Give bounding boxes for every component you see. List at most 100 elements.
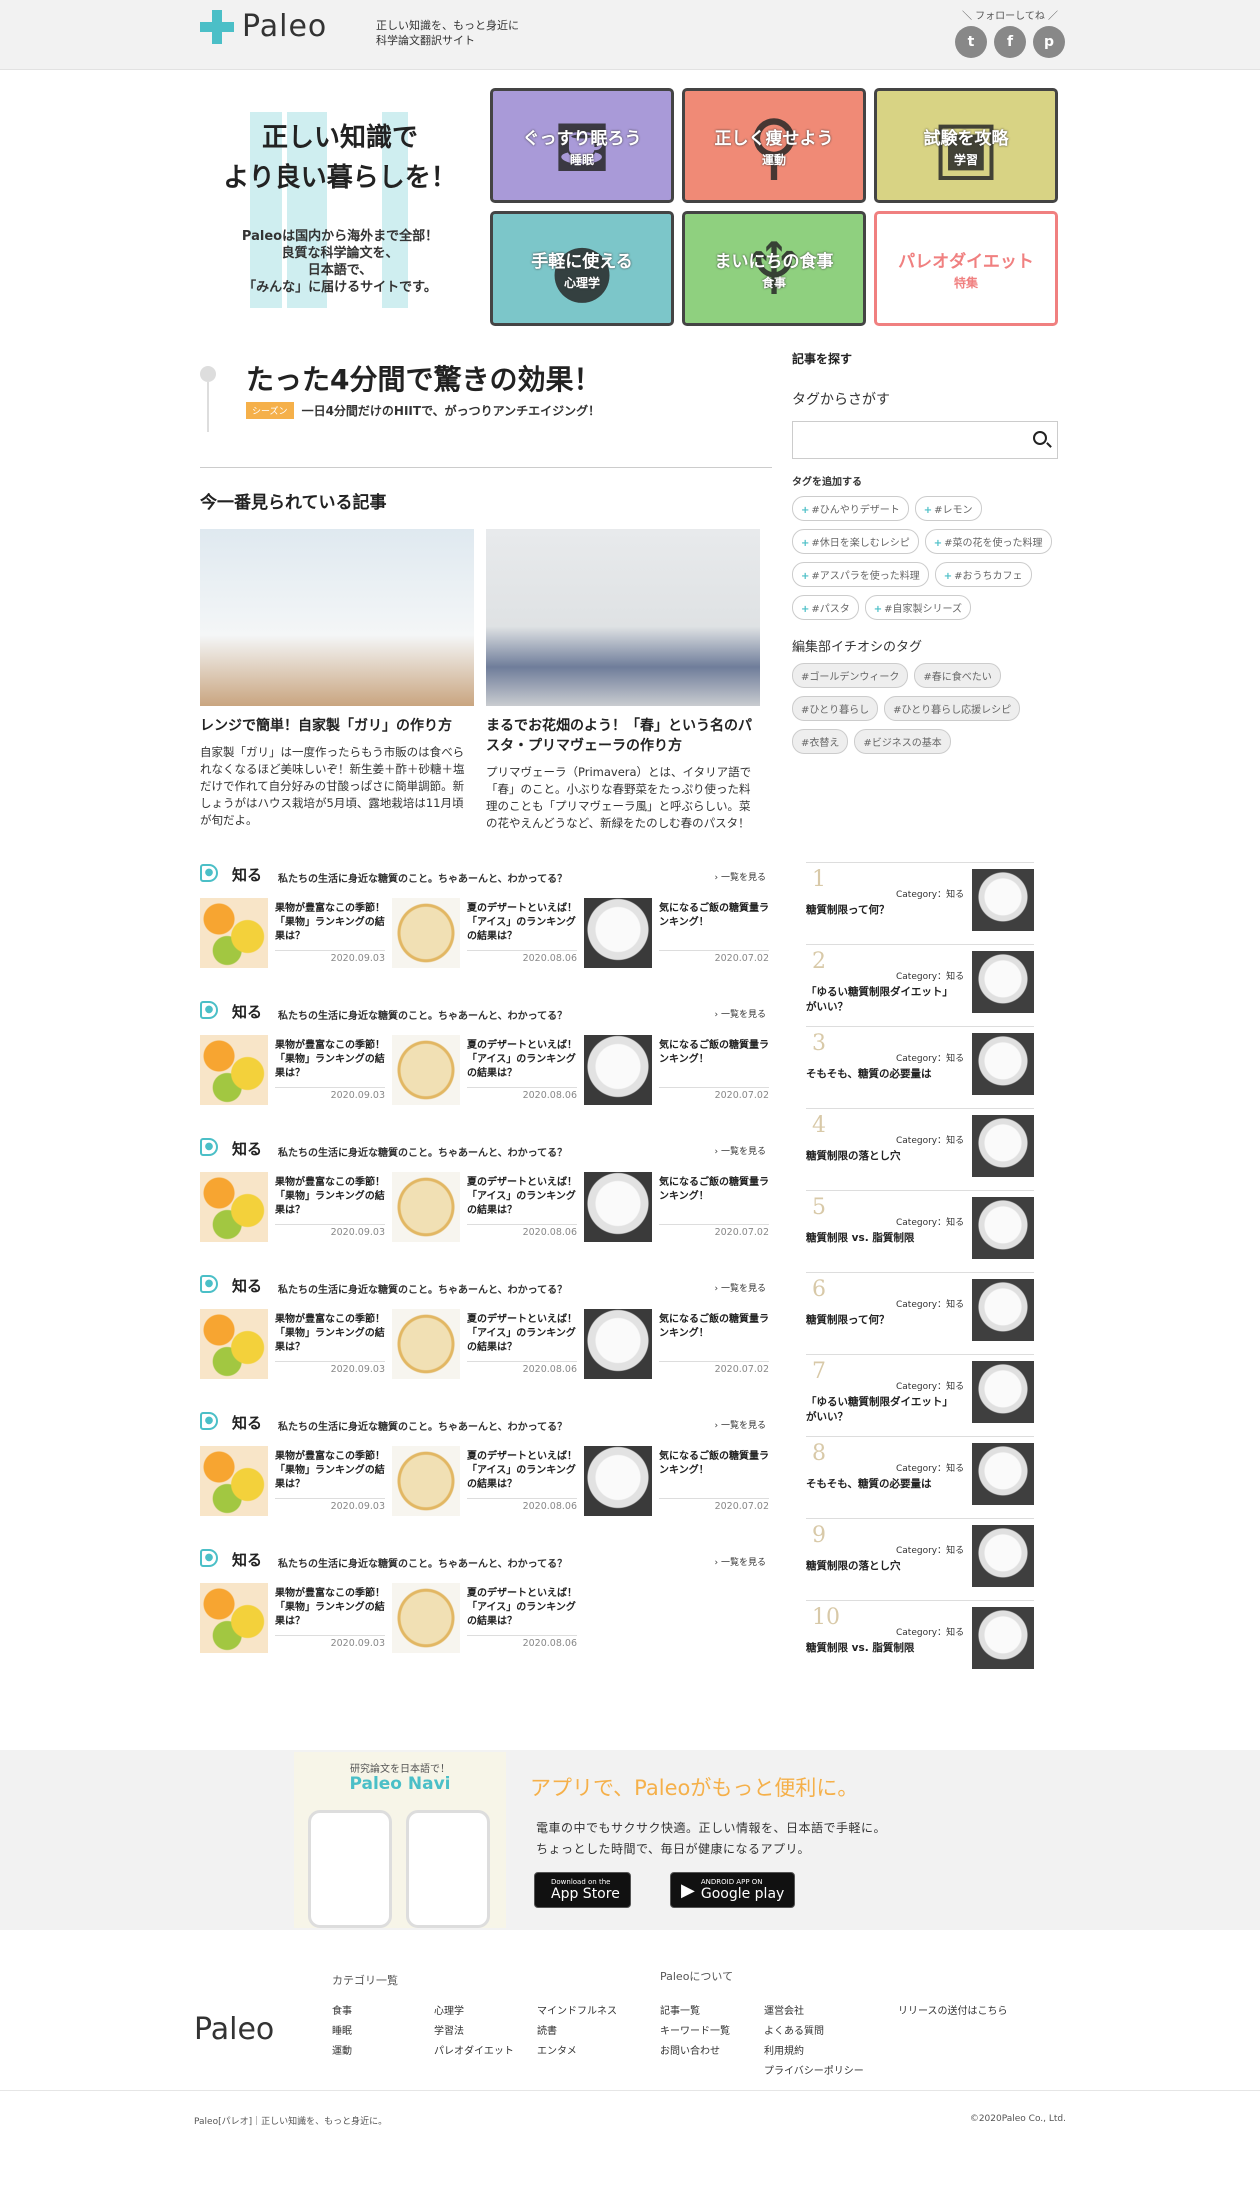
- article-title[interactable]: 果物が豊富なこの季節！「果物」ランキングの結果は？: [275, 1450, 385, 1492]
- pick-tag-chip[interactable]: #ひとり暮らし: [792, 696, 879, 721]
- footer-link[interactable]: マインドフルネス: [537, 2002, 617, 2017]
- footer-link[interactable]: 記事一覧: [660, 2002, 700, 2017]
- ranking-item[interactable]: 2 Category：知る 「ゆるい糖質制限ダイエット」がいい？: [806, 944, 1034, 1026]
- view-all-link[interactable]: › 一覧を見る: [715, 1555, 767, 1568]
- ranking-item[interactable]: 8 Category：知る そもそも、糖質の必要量は: [806, 1436, 1034, 1518]
- rank-title[interactable]: 糖質制限 vs. 脂質制限: [806, 1641, 956, 1656]
- category-tile[interactable]: ♆ まいにちの食事 食事: [682, 211, 866, 326]
- article-thumbnail[interactable]: [392, 1583, 460, 1653]
- google-play-button[interactable]: ▶ ANDROID APP ON Google play: [670, 1872, 796, 1908]
- facebook-icon[interactable]: f: [994, 26, 1026, 58]
- article-thumbnail[interactable]: [392, 898, 460, 968]
- footer-link[interactable]: 食事: [332, 2002, 352, 2017]
- article-item[interactable]: 夏のデザートといえば！「アイス」のランキングの結果は？ 2020.08.06: [392, 1035, 584, 1107]
- article-title[interactable]: 果物が豊富なこの季節！「果物」ランキングの結果は？: [275, 1587, 385, 1629]
- article-thumbnail[interactable]: [584, 898, 652, 968]
- article-item[interactable]: 果物が豊富なこの季節！「果物」ランキングの結果は？ 2020.09.03: [200, 1172, 392, 1244]
- ranking-item[interactable]: 6 Category：知る 糖質制限って何？: [806, 1272, 1034, 1354]
- article-title[interactable]: 夏のデザートといえば！「アイス」のランキングの結果は？: [467, 1176, 577, 1218]
- article-item[interactable]: 気になるご飯の糖質量ランキング！ 2020.07.02: [584, 1172, 776, 1244]
- row-label[interactable]: 知る: [232, 864, 262, 885]
- rank-title[interactable]: 糖質制限って何？: [806, 903, 956, 918]
- rank-thumbnail[interactable]: [972, 869, 1034, 931]
- add-tag-chip[interactable]: + #菜の花を使った料理: [924, 529, 1052, 554]
- article-thumbnail[interactable]: [392, 1446, 460, 1516]
- pick-tag-chip[interactable]: #ビジネスの基本: [854, 729, 951, 754]
- article-title[interactable]: 気になるご飯の糖質量ランキング！: [659, 1039, 769, 1067]
- add-tag-chip[interactable]: + #おうちカフェ: [934, 562, 1032, 587]
- article-item[interactable]: 果物が豊富なこの季節！「果物」ランキングの結果は？ 2020.09.03: [200, 1583, 392, 1655]
- pick-tag-chip[interactable]: #ゴールデンウィーク: [792, 663, 909, 688]
- twitter-icon[interactable]: t: [955, 26, 987, 58]
- rank-thumbnail[interactable]: [972, 1033, 1034, 1095]
- article-item[interactable]: 果物が豊富なこの季節！「果物」ランキングの結果は？ 2020.09.03: [200, 898, 392, 970]
- rank-title[interactable]: 「ゆるい糖質制限ダイエット」がいい？: [806, 1395, 956, 1425]
- article-thumbnail[interactable]: [200, 1172, 268, 1242]
- add-tag-chip[interactable]: + #自家製シリーズ: [864, 595, 972, 620]
- article-item[interactable]: 夏のデザートといえば！「アイス」のランキングの結果は？ 2020.08.06: [392, 1583, 584, 1655]
- article-item[interactable]: 夏のデザートといえば！「アイス」のランキングの結果は？ 2020.08.06: [392, 1446, 584, 1518]
- footer-link[interactable]: プライバシーポリシー: [764, 2062, 864, 2077]
- article-thumbnail[interactable]: [200, 1583, 268, 1653]
- ranking-item[interactable]: 3 Category：知る そもそも、糖質の必要量は: [806, 1026, 1034, 1108]
- tag-search-input[interactable]: [792, 421, 1058, 459]
- popular-title[interactable]: レンジで簡単！自家製「ガリ」の作り方: [200, 716, 474, 736]
- category-tile[interactable]: ⛾ ぐっすり眠ろう 睡眠: [490, 88, 674, 203]
- footer-link[interactable]: キーワード一覧: [660, 2022, 730, 2037]
- article-thumbnail[interactable]: [392, 1172, 460, 1242]
- ranking-item[interactable]: 4 Category：知る 糖質制限の落とし穴: [806, 1108, 1034, 1190]
- ranking-item[interactable]: 10 Category：知る 糖質制限 vs. 脂質制限: [806, 1600, 1034, 1682]
- article-thumbnail[interactable]: [200, 1309, 268, 1379]
- popular-image[interactable]: [486, 529, 760, 706]
- row-label[interactable]: 知る: [232, 1138, 262, 1159]
- add-tag-chip[interactable]: + #休日を楽しむレシピ: [792, 529, 919, 554]
- article-title[interactable]: 気になるご飯の糖質量ランキング！: [659, 1176, 769, 1204]
- category-tile[interactable]: ▣ 試験を攻略 学習: [874, 88, 1058, 203]
- article-title[interactable]: 夏のデザートといえば！「アイス」のランキングの結果は？: [467, 1450, 577, 1492]
- article-item[interactable]: 果物が豊富なこの季節！「果物」ランキングの結果は？ 2020.09.03: [200, 1035, 392, 1107]
- article-title[interactable]: 気になるご飯の糖質量ランキング！: [659, 902, 769, 930]
- article-thumbnail[interactable]: [200, 1035, 268, 1105]
- row-label[interactable]: 知る: [232, 1412, 262, 1433]
- article-thumbnail[interactable]: [392, 1035, 460, 1105]
- footer-link[interactable]: パレオダイエット: [434, 2042, 514, 2057]
- footer-link[interactable]: 学習法: [434, 2022, 464, 2037]
- view-all-link[interactable]: › 一覧を見る: [715, 1281, 767, 1294]
- view-all-link[interactable]: › 一覧を見る: [715, 1144, 767, 1157]
- rank-thumbnail[interactable]: [972, 1197, 1034, 1259]
- rank-title[interactable]: 糖質制限の落とし穴: [806, 1149, 956, 1164]
- feature-title[interactable]: たった4分間で驚きの効果！: [246, 358, 601, 398]
- site-logo[interactable]: Paleo: [200, 9, 327, 44]
- article-item[interactable]: 夏のデザートといえば！「アイス」のランキングの結果は？ 2020.08.06: [392, 898, 584, 970]
- add-tag-chip[interactable]: + #パスタ: [792, 595, 859, 620]
- ranking-item[interactable]: 1 Category：知る 糖質制限って何？: [806, 862, 1034, 944]
- rank-thumbnail[interactable]: [972, 1279, 1034, 1341]
- pick-tag-chip[interactable]: #衣替え: [792, 729, 849, 754]
- rank-title[interactable]: そもそも、糖質の必要量は: [806, 1067, 956, 1082]
- footer-link[interactable]: 運動: [332, 2042, 352, 2057]
- popular-card[interactable]: まるでお花畑のよう！「春」という名のパスタ・プリマヴェーラの作り方 プリマヴェー…: [486, 529, 760, 832]
- footer-link[interactable]: 心理学: [434, 2002, 464, 2017]
- footer-link[interactable]: 運営会社: [764, 2002, 804, 2017]
- add-tag-chip[interactable]: + #レモン: [914, 496, 982, 521]
- add-tag-chip[interactable]: + #ひんやりデザート: [792, 496, 909, 521]
- article-item[interactable]: 気になるご飯の糖質量ランキング！ 2020.07.02: [584, 1035, 776, 1107]
- article-item[interactable]: 気になるご飯の糖質量ランキング！ 2020.07.02: [584, 898, 776, 970]
- footer-logo[interactable]: Paleo: [194, 2012, 274, 2047]
- article-thumbnail[interactable]: [584, 1309, 652, 1379]
- article-item[interactable]: 夏のデザートといえば！「アイス」のランキングの結果は？ 2020.08.06: [392, 1309, 584, 1381]
- ranking-item[interactable]: 5 Category：知る 糖質制限 vs. 脂質制限: [806, 1190, 1034, 1272]
- article-item[interactable]: 果物が豊富なこの季節！「果物」ランキングの結果は？ 2020.09.03: [200, 1446, 392, 1518]
- view-all-link[interactable]: › 一覧を見る: [715, 1007, 767, 1020]
- article-title[interactable]: 気になるご飯の糖質量ランキング！: [659, 1450, 769, 1478]
- footer-link[interactable]: よくある質問: [764, 2022, 824, 2037]
- article-item[interactable]: 夏のデザートといえば！「アイス」のランキングの結果は？ 2020.08.06: [392, 1172, 584, 1244]
- rank-title[interactable]: 糖質制限って何？: [806, 1313, 956, 1328]
- view-all-link[interactable]: › 一覧を見る: [715, 1418, 767, 1431]
- popular-image[interactable]: [200, 529, 474, 706]
- footer-link[interactable]: 利用規約: [764, 2042, 804, 2057]
- category-tile[interactable]: ⚲ 正しく痩せよう 運動: [682, 88, 866, 203]
- article-title[interactable]: 夏のデザートといえば！「アイス」のランキングの結果は？: [467, 1587, 577, 1629]
- ranking-item[interactable]: 9 Category：知る 糖質制限の落とし穴: [806, 1518, 1034, 1600]
- app-store-button[interactable]: Download on the App Store: [534, 1872, 631, 1908]
